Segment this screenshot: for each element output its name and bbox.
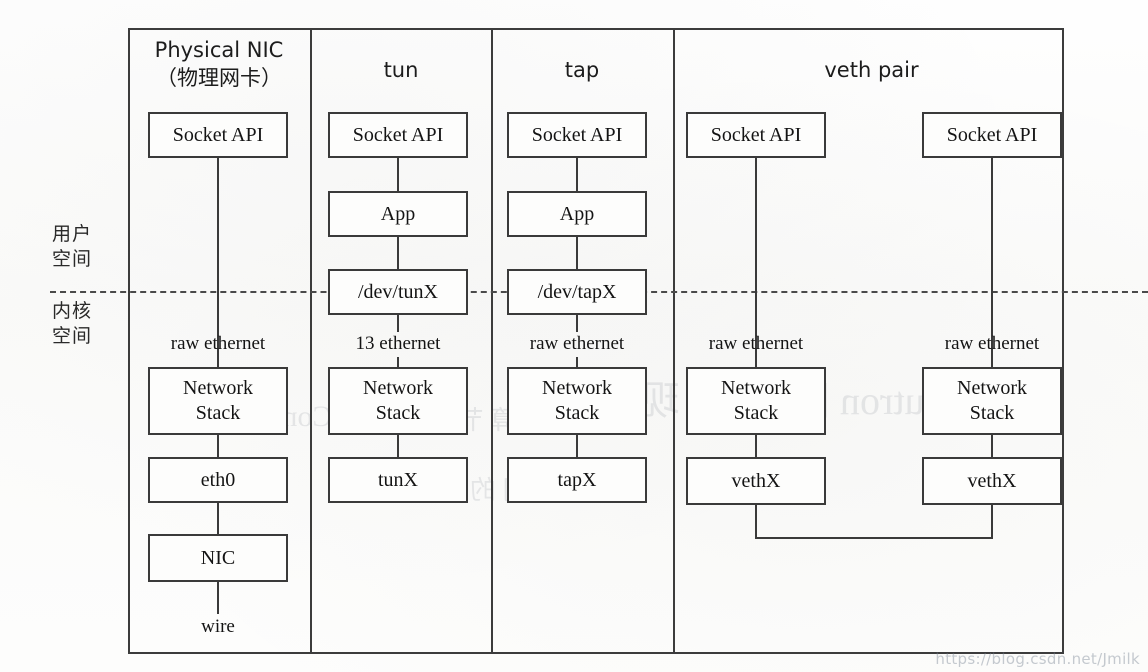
node-tap-tapx[interactable]: tapX — [507, 457, 647, 503]
wire-label-veth-right-raw-ethernet: raw ethernet — [944, 333, 1040, 354]
connector-veth-right-drop — [991, 505, 993, 537]
wire-label-physical-wire: wire — [201, 616, 235, 637]
connector-veth-left-stack-to-vethx — [755, 435, 757, 457]
column-divider-1 — [310, 28, 312, 654]
wire-label-physical-raw-ethernet: raw ethernet — [170, 333, 266, 354]
connector-tun-socket-to-app — [397, 158, 399, 191]
node-tun-tunx[interactable]: tunX — [328, 457, 468, 503]
label-user-space: 用户 空间 — [52, 223, 93, 270]
wire-label-veth-left-raw-ethernet: raw ethernet — [708, 333, 804, 354]
wire-label-tun-l3-ethernet: 13 ethernet — [355, 333, 441, 354]
node-tap-app[interactable]: App — [507, 191, 647, 237]
connector-tap-dev-to-stack — [576, 315, 578, 332]
node-tap-dev-tapx[interactable]: /dev/tapX — [507, 269, 647, 315]
connector-tap-socket-to-app — [576, 158, 578, 191]
connector-tun-stack-to-tunx — [397, 435, 399, 457]
connector-physical-nic-to-wire — [217, 582, 219, 614]
node-tun-network-stack[interactable]: Network Stack — [328, 367, 468, 435]
connector-tap-stack-to-tapx — [576, 435, 578, 457]
node-physical-socket-api[interactable]: Socket API — [148, 112, 288, 158]
column-title-tap: tap — [564, 58, 600, 82]
node-veth-left-vethx[interactable]: vethX — [686, 457, 826, 505]
diagram-canvas: Neutron 网 络 实 现 Compute Node 在 计 算 节 点 网… — [0, 0, 1148, 672]
column-title-physical-nic: Physical NIC （物理网卡） — [154, 38, 284, 90]
connector-tap-app-to-dev — [576, 237, 578, 269]
connector-veth-right-stack-to-vethx — [991, 435, 993, 457]
column-title-tun: tun — [383, 58, 419, 82]
label-kernel-space: 内核 空间 — [52, 300, 93, 347]
node-physical-network-stack[interactable]: Network Stack — [148, 367, 288, 435]
connector-tun-dev-to-stack — [397, 315, 399, 332]
wire-label-tap-raw-ethernet: raw ethernet — [529, 333, 625, 354]
node-veth-left-socket-api[interactable]: Socket API — [686, 112, 826, 158]
connector-physical-eth0-to-nic — [217, 503, 219, 534]
node-veth-right-socket-api[interactable]: Socket API — [922, 112, 1062, 158]
node-veth-left-network-stack[interactable]: Network Stack — [686, 367, 826, 435]
node-physical-nic[interactable]: NIC — [148, 534, 288, 582]
node-veth-right-network-stack[interactable]: Network Stack — [922, 367, 1062, 435]
connector-veth-left-drop — [755, 505, 757, 537]
connector-tun-app-to-dev — [397, 237, 399, 269]
watermark-url: https://blog.csdn.net/Jmilk — [935, 650, 1140, 668]
node-veth-right-vethx[interactable]: vethX — [922, 457, 1062, 505]
connector-tun-label-to-stack — [397, 357, 399, 367]
node-tap-network-stack[interactable]: Network Stack — [507, 367, 647, 435]
node-physical-eth0[interactable]: eth0 — [148, 457, 288, 503]
node-tun-dev-tunx[interactable]: /dev/tunX — [328, 269, 468, 315]
column-title-veth-pair: veth pair — [824, 58, 919, 82]
connector-physical-stack-to-eth0 — [217, 435, 219, 457]
column-divider-2 — [491, 28, 493, 654]
node-tun-app[interactable]: App — [328, 191, 468, 237]
node-tap-socket-api[interactable]: Socket API — [507, 112, 647, 158]
connector-veth-pair-link — [755, 537, 993, 539]
node-tun-socket-api[interactable]: Socket API — [328, 112, 468, 158]
connector-tap-label-to-stack — [576, 357, 578, 367]
